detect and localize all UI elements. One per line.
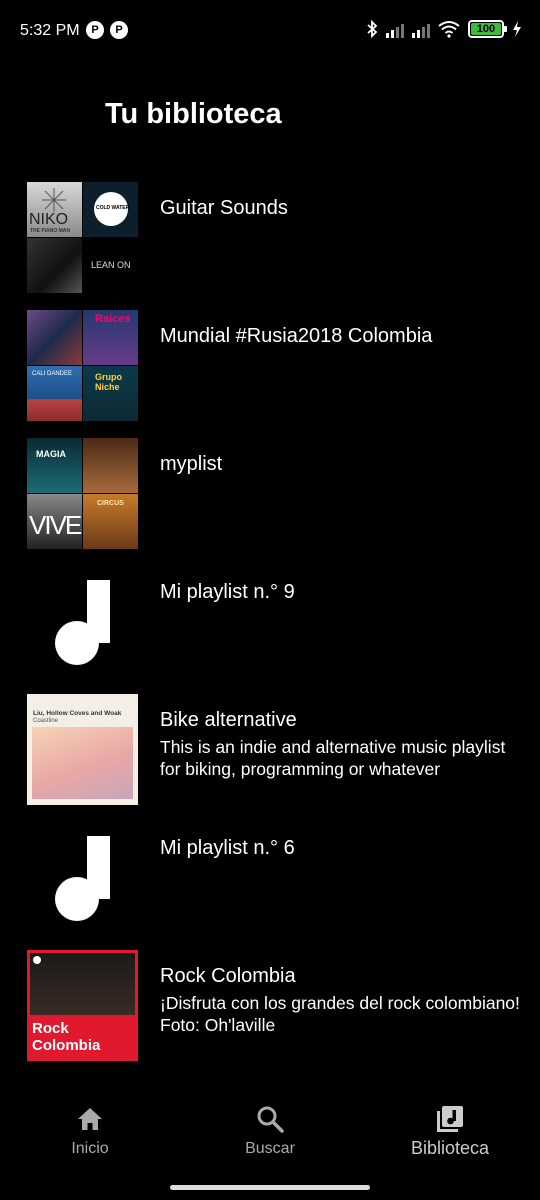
nav-buscar[interactable]: Buscar xyxy=(180,1090,360,1170)
signal-icon xyxy=(386,20,404,38)
status-time: 5:32 PM xyxy=(20,22,80,39)
library-item-myplist[interactable]: MAGIA VIVES CIRCUS myplist xyxy=(27,438,527,550)
nav-biblioteca[interactable]: Biblioteca xyxy=(360,1090,540,1170)
status-bar: 5:32 PM P P 100 xyxy=(0,0,540,64)
bluetooth-icon xyxy=(367,20,378,38)
playlist-cover xyxy=(27,566,138,677)
playlist-title: Mi playlist n.° 9 xyxy=(160,581,295,603)
notification-app-icon: P xyxy=(86,21,104,39)
nav-label: Buscar xyxy=(245,1140,295,1157)
nav-inicio[interactable]: Inicio xyxy=(0,1090,180,1170)
playlist-description: This is an indie and alternative music p… xyxy=(160,737,506,779)
wifi-icon xyxy=(438,21,460,38)
library-item-rock-colombia[interactable]: Rock Colombia Rock Colombia ¡Disfruta co… xyxy=(27,950,527,1062)
page-title: Tu biblioteca xyxy=(105,98,282,130)
library-icon xyxy=(437,1106,463,1132)
battery-level: 100 xyxy=(476,23,496,35)
library-item-mi-playlist-6[interactable]: Mi playlist n.° 6 xyxy=(27,822,527,934)
playlist-cover: MAGIA VIVES CIRCUS xyxy=(27,438,138,549)
notification-app-icon-2: P xyxy=(110,21,128,39)
music-note-icon xyxy=(55,580,110,665)
playlist-cover: Rock Colombia xyxy=(27,950,138,1061)
library-item-bike-alternative[interactable]: Liu, Hollow Coves and Woak Coastline Bik… xyxy=(27,694,527,806)
playlist-title: Mundial #Rusia2018 Colombia xyxy=(160,325,433,347)
playlist-title: Mi playlist n.° 6 xyxy=(160,837,295,859)
home-icon xyxy=(78,1108,102,1130)
playlist-cover: Raíces CALI DANDEE Grupo Niche xyxy=(27,310,138,421)
playlist-title: Rock Colombia xyxy=(160,965,296,987)
spotify-logo-icon xyxy=(33,956,41,964)
charging-icon xyxy=(513,21,521,37)
search-icon xyxy=(257,1106,284,1133)
nav-label: Biblioteca xyxy=(410,1138,490,1158)
signal-icon-2 xyxy=(412,20,430,38)
playlist-title: Guitar Sounds xyxy=(160,197,288,219)
playlist-cover: NIKO THE PIANO MAN COLD WATER LEAN ON xyxy=(27,182,138,293)
library-item-guitar-sounds[interactable]: NIKO THE PIANO MAN COLD WATER LEAN ON Gu… xyxy=(27,182,527,294)
playlist-description: ¡Disfruta con los grandes del rock colom… xyxy=(160,993,520,1035)
bottom-nav: Inicio Buscar Biblioteca xyxy=(0,1090,540,1170)
library-item-mundial-rusia2018[interactable]: Raíces CALI DANDEE Grupo Niche Mundial #… xyxy=(27,310,527,422)
playlist-title: Bike alternative xyxy=(160,709,297,731)
nav-label: Inicio xyxy=(71,1140,109,1157)
music-note-icon xyxy=(55,836,110,921)
library-item-mi-playlist-9[interactable]: Mi playlist n.° 9 xyxy=(27,566,527,678)
playlist-cover: Liu, Hollow Coves and Woak Coastline xyxy=(27,694,138,805)
home-indicator xyxy=(170,1185,370,1190)
battery-icon: 100 xyxy=(468,20,507,38)
playlist-cover xyxy=(27,822,138,933)
playlist-title: myplist xyxy=(160,453,223,475)
